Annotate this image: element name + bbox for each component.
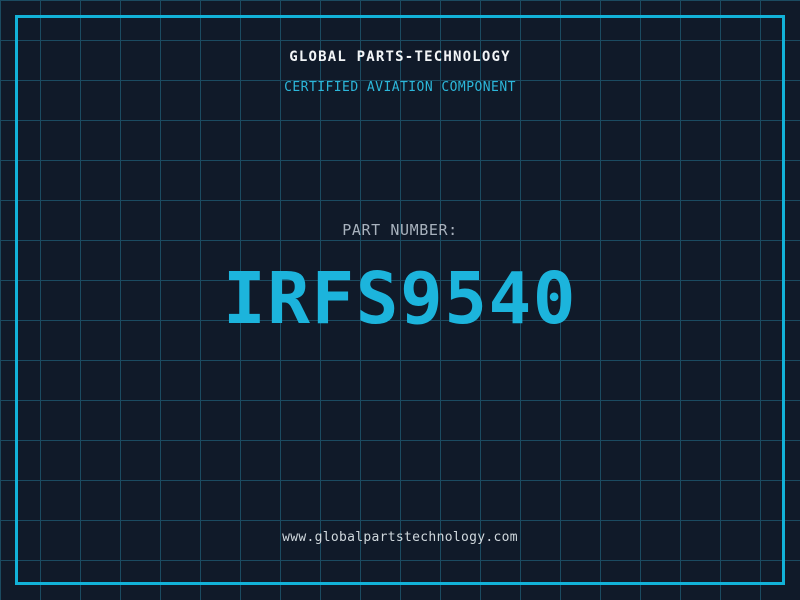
product-label-card: GLOBAL PARTS-TECHNOLOGY CERTIFIED AVIATI… [0,0,800,600]
website-url: www.globalpartstechnology.com [0,530,800,545]
part-number-label: PART NUMBER: [0,221,800,239]
part-number-value: IRFS9540 [0,263,800,334]
brand-title: GLOBAL PARTS-TECHNOLOGY [0,49,800,65]
certification-subtitle: CERTIFIED AVIATION COMPONENT [0,80,800,95]
